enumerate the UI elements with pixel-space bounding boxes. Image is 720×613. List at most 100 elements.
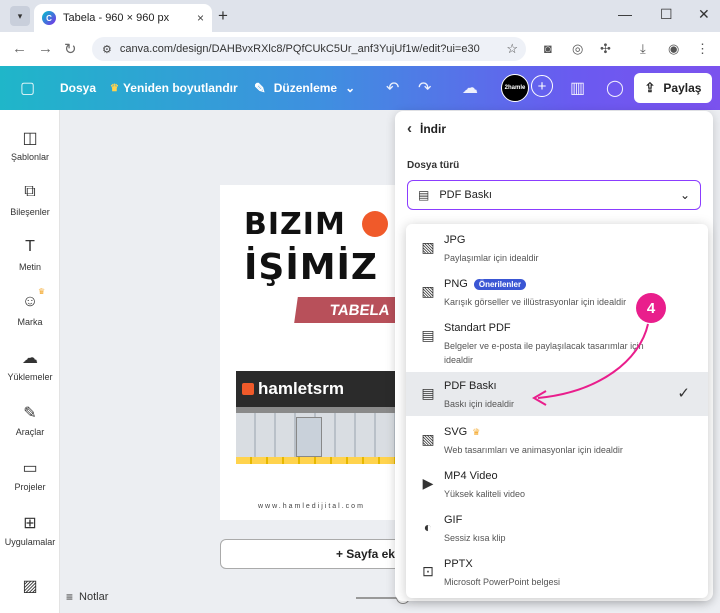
option-name: JPG xyxy=(444,234,466,246)
file-type-label: Dosya türü xyxy=(407,160,460,171)
pencil-icon: ✎ xyxy=(254,79,266,96)
share-label: Paylaş xyxy=(663,81,702,95)
sidebar-label: Bileşenler xyxy=(10,207,50,217)
bookmark-star-icon[interactable]: ☆ xyxy=(506,41,518,57)
puzzle-extensions-icon[interactable]: ✣ xyxy=(600,41,611,57)
step-badge: 4 xyxy=(636,293,666,323)
option-name-text: SVG xyxy=(444,426,468,438)
share-button[interactable]: ⇪ Paylaş xyxy=(634,73,712,103)
chevron-left-icon: ‹ xyxy=(407,120,412,137)
option-desc: Paylaşımlar için idealdir xyxy=(444,253,539,263)
projects-icon: ▭ xyxy=(22,460,38,477)
comment-icon[interactable]: ◯ xyxy=(606,66,624,110)
invite-plus-icon[interactable]: + xyxy=(531,75,553,97)
option-name: PNG Önerilenler xyxy=(444,278,527,290)
sidebar-label: Araçlar xyxy=(15,427,45,437)
option-name: SVG ♛ xyxy=(444,426,480,438)
image-icon: ▧ xyxy=(421,239,435,255)
avatar[interactable]: 2hamle xyxy=(501,74,529,102)
notes-button[interactable]: ≡ Notlar xyxy=(66,590,108,604)
browser-tab-bar: ▾ C Tabela - 960 × 960 px × + — ☐ ✕ xyxy=(0,0,720,32)
presentation-icon: ⊡ xyxy=(422,563,434,579)
redo-icon[interactable]: ↷ xyxy=(418,66,431,110)
maximize-button[interactable]: ☐ xyxy=(660,6,673,23)
crown-icon: ♛ xyxy=(110,82,119,94)
extension-circle-icon[interactable]: ◎ xyxy=(572,41,583,57)
notes-label: Notlar xyxy=(79,591,109,603)
camera-icon[interactable]: ◙ xyxy=(544,41,552,56)
site-info-icon[interactable]: ⚙ xyxy=(102,43,112,56)
document-icon: ▤ xyxy=(421,327,435,343)
menu-dots-icon[interactable]: ⋮ xyxy=(696,41,709,57)
left-sidebar: ◫ Şablonlar ⧉ Bileşenler T Metin ♛ ☺ Mar… xyxy=(0,110,60,613)
option-name: PPTX xyxy=(444,558,473,570)
option-mp4[interactable]: ▶ MP4 Video Yüksek kaliteli video xyxy=(406,462,708,506)
sidebar-label: Şablonlar xyxy=(10,152,50,162)
resize-button[interactable]: ♛ Yeniden boyutlandır xyxy=(110,66,238,110)
text-icon: T xyxy=(25,238,35,255)
forward-icon[interactable]: → xyxy=(38,40,53,57)
tools-icon: ✎ xyxy=(23,405,37,422)
sidebar-item-brand[interactable]: ♛ ☺ Marka xyxy=(0,287,60,327)
omnibox[interactable]: ⚙ canva.com/design/DAHBvxRXlc8/PQfCUkC5U… xyxy=(92,37,526,61)
zoom-slider-track[interactable] xyxy=(356,597,400,599)
address-bar-row: ← → ↻ ⚙ canva.com/design/DAHBvxRXlc8/PQf… xyxy=(0,32,720,66)
editing-mode-dropdown[interactable]: ✎ Düzenleme ⌄ xyxy=(254,66,355,110)
analytics-icon[interactable]: ▥ xyxy=(570,66,585,110)
profile-icon[interactable]: ◉ xyxy=(668,41,679,57)
editing-label: Düzenleme xyxy=(273,81,338,95)
option-name: Standart PDF xyxy=(444,322,511,334)
option-desc: Sessiz kısa klip xyxy=(444,533,506,543)
undo-icon[interactable]: ↶ xyxy=(386,66,399,110)
download-back-button[interactable]: ‹ İndir xyxy=(407,120,446,137)
new-tab-button[interactable]: + xyxy=(218,6,228,26)
sidebar-label: Metin xyxy=(18,262,41,272)
option-desc: Baskı için idealdir xyxy=(444,399,515,409)
share-upload-icon: ⇪ xyxy=(644,80,656,95)
tab-search-button[interactable]: ▾ xyxy=(10,6,30,26)
close-tab-icon[interactable]: × xyxy=(197,11,204,25)
file-menu[interactable]: Dosya xyxy=(60,66,96,110)
option-desc: Microsoft PowerPoint belgesi xyxy=(444,577,561,587)
crown-icon: ♛ xyxy=(38,287,46,296)
sidebar-label: Uygulamalar xyxy=(4,537,56,547)
sidebar-item-magic[interactable]: ▨ xyxy=(0,576,60,598)
sidebar-label: Yüklemeler xyxy=(7,372,53,382)
gif-icon: ◐ xyxy=(423,519,433,535)
sidebar-item-uploads[interactable]: ☁ Yüklemeler xyxy=(0,348,60,382)
reload-icon[interactable]: ↻ xyxy=(64,40,77,58)
download-title: İndir xyxy=(420,121,446,136)
sidebar-item-apps[interactable]: ⊞ Uygulamalar xyxy=(0,513,60,547)
recommended-badge: Önerilenler xyxy=(473,278,527,290)
add-page-button[interactable]: + Sayfa ekle xyxy=(220,539,410,569)
sidebar-item-templates[interactable]: ◫ Şablonlar xyxy=(0,128,60,162)
file-type-dropdown: ▧ JPG Paylaşımlar için idealdir ▧ PNG Öne… xyxy=(406,224,708,598)
sidebar-item-text[interactable]: T Metin xyxy=(0,238,60,272)
option-svg[interactable]: ▧ SVG ♛ Web tasarımları ve animasyonlar i… xyxy=(406,418,708,462)
minimize-button[interactable]: — xyxy=(618,6,632,22)
design-page[interactable]: BIZIM İŞİMİZ TABELA hamletsrm www.hamled… xyxy=(220,185,400,520)
tab-title: Tabela - 960 × 960 px xyxy=(63,12,170,24)
option-jpg[interactable]: ▧ JPG Paylaşımlar için idealdir xyxy=(406,226,708,270)
checkmark-icon: ✓ xyxy=(677,385,690,402)
templates-icon: ◫ xyxy=(22,130,38,147)
option-standard-pdf[interactable]: ▤ Standart PDF Belgeler ve e-posta ile p… xyxy=(406,314,708,372)
sidebar-item-elements[interactable]: ⧉ Bileşenler xyxy=(0,183,60,217)
file-type-select[interactable]: ▤ PDF Baskı ⌄ xyxy=(407,180,701,210)
orange-dot xyxy=(362,211,388,237)
download-icon[interactable]: ⤓ xyxy=(640,41,646,57)
option-gif[interactable]: ◐ GIF Sessiz kısa klip xyxy=(406,506,708,550)
sidebar-item-projects[interactable]: ▭ Projeler xyxy=(0,458,60,492)
sidebar-toggle-icon[interactable]: ▢ xyxy=(20,66,35,110)
magic-media-icon: ▨ xyxy=(22,578,38,595)
canva-favicon-icon: C xyxy=(42,11,56,25)
apps-icon: ⊞ xyxy=(23,515,37,532)
cloud-saved-icon[interactable]: ☁ xyxy=(462,66,478,110)
option-pdf-print[interactable]: ▤ PDF Baskı Baskı için idealdir ✓ xyxy=(406,372,708,416)
option-pptx[interactable]: ⊡ PPTX Microsoft PowerPoint belgesi xyxy=(406,550,708,594)
sidebar-item-tools[interactable]: ✎ Araçlar xyxy=(0,403,60,437)
back-icon[interactable]: ← xyxy=(12,40,27,57)
window-close-button[interactable]: ✕ xyxy=(698,6,710,23)
browser-tab[interactable]: C Tabela - 960 × 960 px × xyxy=(34,4,212,32)
headline-line-1: BIZIM xyxy=(244,207,346,242)
